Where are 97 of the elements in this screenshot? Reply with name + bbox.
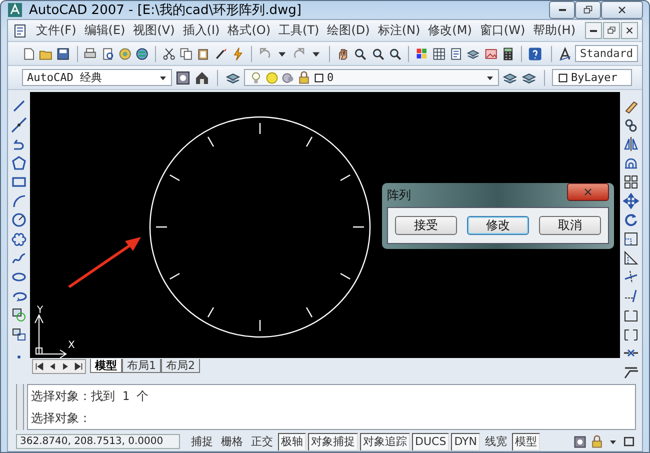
print-preview-icon[interactable]: [100, 46, 115, 62]
menu-item[interactable]: 编辑(E): [80, 21, 130, 40]
new-file-icon[interactable]: [22, 46, 36, 62]
calculator-icon[interactable]: [500, 46, 515, 62]
make-block-icon[interactable]: [11, 326, 27, 342]
dialog-title: 阵列: [387, 186, 412, 204]
layout-tab[interactable]: 布局2: [161, 359, 200, 373]
menu-item[interactable]: 工具(T): [274, 21, 324, 40]
status-toggle[interactable]: 对象捕捉: [308, 432, 358, 450]
rectangle-icon[interactable]: [11, 174, 27, 190]
array-icon[interactable]: [623, 174, 639, 190]
document-icon[interactable]: [12, 22, 28, 38]
restore-icon: [582, 4, 594, 16]
dialog-button[interactable]: 取消: [539, 216, 601, 235]
document-restore-button[interactable]: [603, 22, 620, 39]
trim-icon[interactable]: [623, 269, 639, 285]
disc-icon[interactable]: [118, 46, 132, 62]
document-minimize-button[interactable]: [585, 22, 602, 39]
menu-item[interactable]: 视图(V): [129, 21, 179, 40]
layout-tab[interactable]: 模型: [90, 359, 122, 373]
command-line: 选择对象：找到 1 个: [31, 388, 150, 404]
minimize-icon: [590, 30, 597, 32]
axis-label: X: [68, 340, 75, 351]
save-icon[interactable]: [56, 46, 71, 62]
menu-item[interactable]: 窗口(W): [476, 21, 530, 40]
status-toggle[interactable]: 线宽: [482, 432, 510, 450]
padlock-icon[interactable]: [590, 434, 604, 448]
ucs-axis-icon: [34, 314, 67, 358]
maximize-button[interactable]: [575, 1, 601, 19]
sun-icon: [265, 70, 279, 84]
cut-icon[interactable]: [162, 46, 176, 62]
close-icon: [616, 4, 628, 16]
command-window[interactable]: 选择对象：找到 1 个 选择对象：: [27, 384, 636, 430]
color-square-icon: [557, 72, 569, 84]
construction-line-icon[interactable]: [11, 117, 27, 133]
dialog-close-button[interactable]: [567, 183, 609, 201]
command-line: 选择对象：: [31, 410, 92, 426]
globe-icon[interactable]: [134, 46, 150, 62]
restore-icon: [606, 25, 617, 36]
house-icon[interactable]: [194, 70, 210, 86]
text-style-dropdown[interactable]: Standard: [575, 45, 638, 62]
sheet-icon[interactable]: [449, 46, 464, 62]
window-title: AutoCAD 2007 - [E:\我的cad\环形阵列.dwg]: [29, 2, 302, 19]
scale-icon[interactable]: [623, 231, 639, 247]
status-toggle[interactable]: 栅格: [218, 432, 246, 450]
line-icon[interactable]: [11, 98, 27, 114]
dialog-button[interactable]: 修改: [467, 216, 529, 235]
status-toggle[interactable]: 模型: [512, 432, 540, 450]
close-icon: [582, 186, 594, 198]
stretch-icon[interactable]: [623, 250, 639, 266]
minimize-button[interactable]: [549, 1, 575, 19]
status-toggle[interactable]: 正交: [248, 432, 276, 450]
grid-icon[interactable]: [432, 46, 446, 62]
layer-dropdown[interactable]: 0: [244, 69, 499, 86]
polygon-icon[interactable]: [11, 155, 27, 171]
rotate-icon[interactable]: [623, 212, 639, 228]
menu-item[interactable]: 修改(M): [424, 21, 476, 40]
layout-tab[interactable]: 布局1: [122, 359, 161, 373]
status-toggle[interactable]: DYN: [451, 432, 480, 450]
arc-icon[interactable]: [11, 193, 27, 209]
status-toggle[interactable]: 对象追踪: [360, 432, 410, 450]
close-button[interactable]: [601, 1, 643, 19]
document-close-button[interactable]: [621, 22, 638, 39]
menu-item[interactable]: 文件(F): [32, 21, 80, 40]
status-toggle[interactable]: DUCS: [412, 432, 450, 450]
color-square-icon: [313, 72, 325, 84]
extend-icon[interactable]: [623, 288, 639, 304]
workspace-dropdown[interactable]: AutoCAD 经典: [22, 69, 172, 86]
revision-cloud-icon[interactable]: [11, 231, 27, 247]
insert-block-icon[interactable]: [11, 307, 27, 323]
freeze-icon: [281, 70, 295, 84]
circle-icon[interactable]: [11, 212, 27, 228]
command-grip[interactable]: [16, 384, 24, 430]
copy-icon[interactable]: [179, 46, 194, 62]
color-dropdown[interactable]: ByLayer: [552, 69, 632, 86]
app-logo-icon: [7, 2, 23, 18]
axis-label: Y: [37, 305, 44, 316]
status-toggle[interactable]: 极轴: [278, 432, 306, 450]
lightbulb-icon: [249, 70, 263, 84]
coordinates-readout: 362.8740, 208.7513, 0.0000: [16, 434, 180, 449]
spline-icon[interactable]: [11, 250, 27, 266]
menu-item[interactable]: 帮助(H): [529, 21, 580, 40]
palette-icon[interactable]: [414, 46, 430, 62]
close-icon: [624, 25, 635, 36]
copy-object-icon[interactable]: [623, 117, 639, 133]
move-icon[interactable]: [623, 193, 639, 209]
menu-item[interactable]: 绘图(D): [323, 21, 374, 40]
text-style-icon[interactable]: [558, 46, 572, 62]
padlock-icon: [297, 70, 311, 84]
help-icon[interactable]: [528, 46, 542, 62]
mirror-icon[interactable]: [623, 136, 639, 152]
minimize-icon: [558, 9, 566, 11]
menu-item[interactable]: 标注(N): [374, 21, 424, 40]
dialog-button[interactable]: 接受: [395, 216, 457, 235]
menu-item[interactable]: 插入(I): [178, 21, 224, 40]
status-toggle[interactable]: 捕捉: [188, 432, 216, 450]
menu-item[interactable]: 格式(O): [224, 21, 275, 40]
